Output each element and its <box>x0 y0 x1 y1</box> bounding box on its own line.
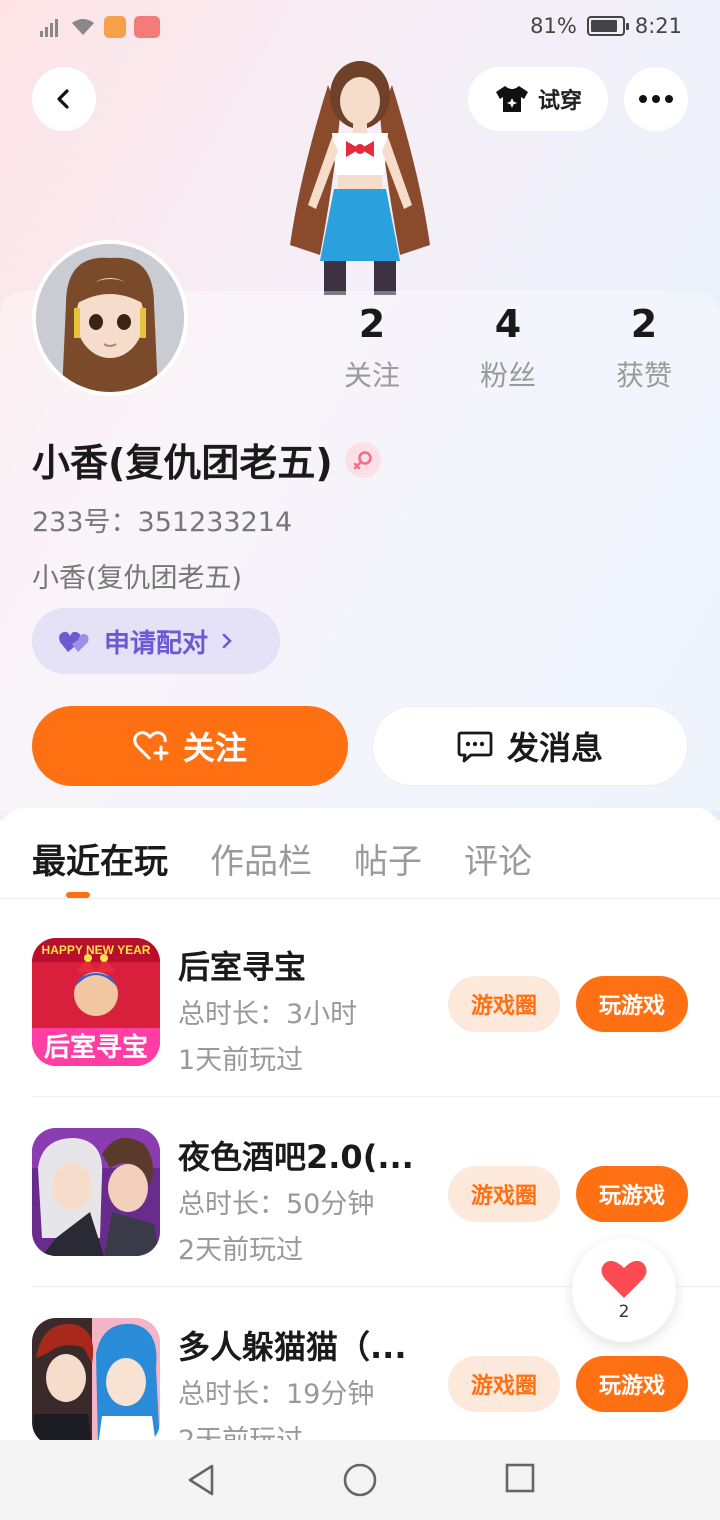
back-button[interactable] <box>32 67 96 131</box>
avatar[interactable] <box>32 240 188 396</box>
tshirt-icon <box>495 86 528 112</box>
divider <box>32 1096 720 1097</box>
try-on-label: 试穿 <box>537 89 582 114</box>
follow-label: 关注 <box>182 729 247 767</box>
send-message-label: 发消息 <box>506 729 603 767</box>
wifi-icon <box>72 19 94 35</box>
avatar-portrait-image <box>36 244 184 392</box>
notification-app-icon <box>134 16 160 38</box>
stat-following[interactable]: 2 关注 <box>322 300 422 394</box>
game-playtime: 总时长：3小时 <box>178 999 358 1030</box>
play-game-button[interactable]: 玩游戏 <box>576 1356 688 1412</box>
stat-value: 2 <box>358 302 386 346</box>
notification-app-icon <box>104 16 126 38</box>
stat-label: 关注 <box>343 359 400 392</box>
heart-icon <box>601 1260 647 1298</box>
request-pair-button[interactable]: 申请配对 <box>32 608 280 674</box>
tab-recently-played[interactable]: 最近在玩 <box>32 834 168 882</box>
stat-fans[interactable]: 4 粉丝 <box>458 300 558 394</box>
username-row: 小香(复仇团老五) <box>32 432 381 487</box>
game-icon[interactable] <box>32 1128 160 1256</box>
list-item[interactable]: HAPPY NEW YEAR 后室寻宝 后室寻宝 总时长：3小时 1天前玩过 游… <box>0 938 720 1128</box>
double-heart-icon <box>59 631 89 652</box>
system-nav-bar <box>0 1440 720 1520</box>
game-icon-title: 后室寻宝 <box>44 1032 148 1063</box>
play-game-button[interactable]: 玩游戏 <box>576 976 688 1032</box>
battery-percent: 81% <box>530 14 577 38</box>
game-circle-button[interactable]: 游戏圈 <box>448 1356 560 1412</box>
tab-works[interactable]: 作品栏 <box>210 834 312 882</box>
game-circle-button[interactable]: 游戏圈 <box>448 1166 560 1222</box>
game-name: 夜色酒吧2.0(... <box>178 1138 414 1176</box>
play-game-button[interactable]: 玩游戏 <box>576 1166 688 1222</box>
battery-icon <box>586 16 629 36</box>
like-count: 2 <box>618 1302 630 1322</box>
tab-posts[interactable]: 帖子 <box>354 834 422 882</box>
game-icon[interactable] <box>32 1318 160 1446</box>
floating-like-button[interactable]: 2 <box>572 1238 676 1342</box>
divider <box>0 898 720 899</box>
avatar-character-figure[interactable] <box>280 55 440 295</box>
stat-value: 4 <box>494 302 522 346</box>
stat-value: 2 <box>630 302 658 346</box>
status-bar: 81% 8:21 <box>0 0 720 56</box>
stat-likes[interactable]: 2 获赞 <box>594 300 694 394</box>
game-playtime: 总时长：50分钟 <box>178 1189 375 1220</box>
stat-label: 粉丝 <box>479 359 536 392</box>
game-name: 后室寻宝 <box>178 948 307 986</box>
chat-bubble-icon <box>457 731 493 763</box>
follow-button[interactable]: 关注 <box>32 706 348 786</box>
tab-bar: 最近在玩 作品栏 帖子 评论 <box>32 834 532 882</box>
try-on-button[interactable]: 试穿 <box>468 67 608 131</box>
profile-bio: 小香(复仇团老五) <box>32 563 243 594</box>
female-gender-icon <box>344 441 381 478</box>
game-icon[interactable]: HAPPY NEW YEAR 后室寻宝 <box>32 938 160 1066</box>
nav-home-icon[interactable] <box>342 1462 378 1498</box>
send-message-button[interactable]: 发消息 <box>372 706 688 786</box>
game-icon-banner: HAPPY NEW YEAR <box>42 943 151 957</box>
heart-plus-icon <box>133 731 169 761</box>
back-arrow-icon <box>57 89 69 109</box>
game-last-played: 1天前玩过 <box>178 1045 304 1076</box>
nav-recent-apps-icon[interactable] <box>504 1462 536 1494</box>
game-last-played: 2天前玩过 <box>178 1235 304 1266</box>
signal-icon <box>40 17 62 37</box>
username: 小香(复仇团老五) <box>32 441 333 485</box>
clock: 8:21 <box>634 14 682 38</box>
request-pair-label: 申请配对 <box>104 628 209 659</box>
more-button[interactable] <box>624 67 688 131</box>
account-id: 233号：351233214 <box>32 507 293 538</box>
game-circle-button[interactable]: 游戏圈 <box>448 976 560 1032</box>
stat-label: 获赞 <box>615 359 672 392</box>
game-playtime: 总时长：19分钟 <box>178 1379 375 1410</box>
more-dots-icon <box>639 95 673 103</box>
chevron-right-icon <box>222 633 232 649</box>
game-name: 多人躲猫猫（... <box>178 1328 407 1366</box>
nav-back-icon[interactable] <box>184 1462 218 1498</box>
tab-comments[interactable]: 评论 <box>464 834 532 882</box>
